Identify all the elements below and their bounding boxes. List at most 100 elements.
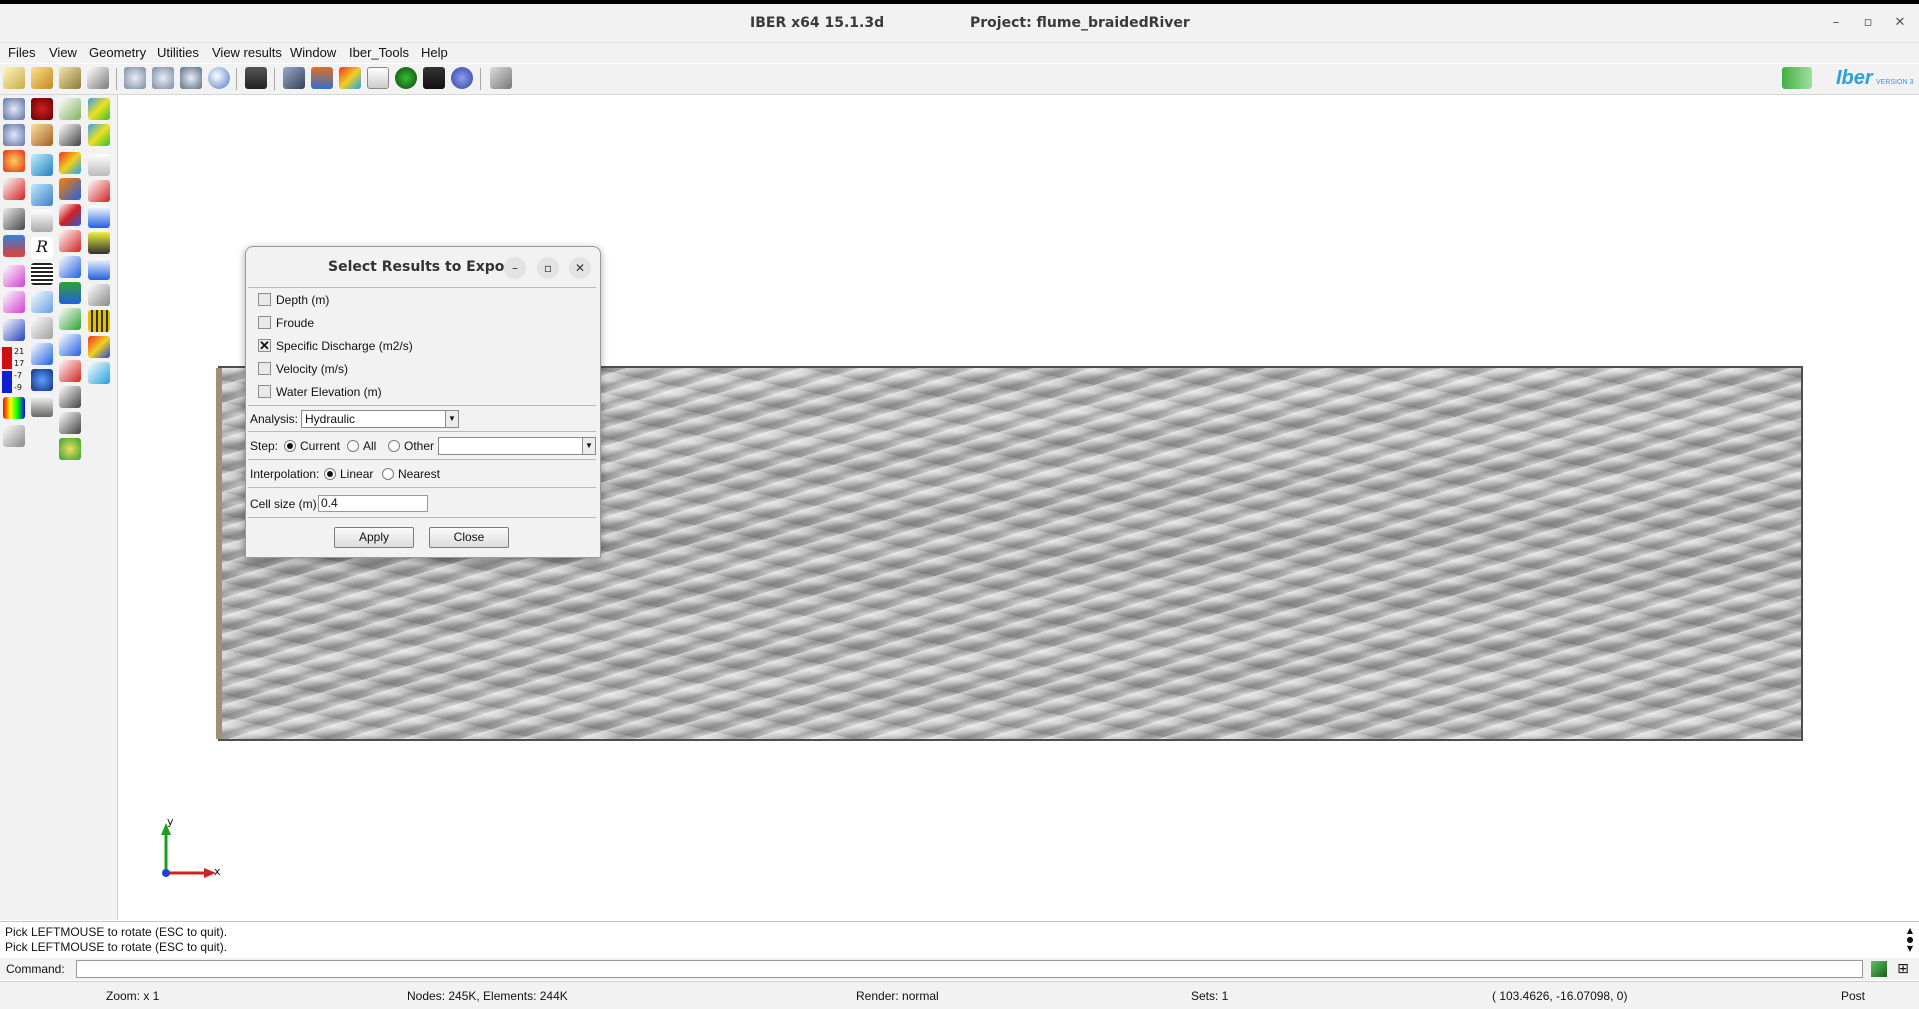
layers-icon[interactable] (283, 67, 305, 89)
pencil-tool-icon[interactable] (490, 67, 512, 89)
results-icon[interactable] (88, 154, 110, 176)
delete-icon[interactable] (59, 230, 81, 252)
colormap-icon[interactable] (3, 235, 25, 257)
interpolation-nearest-radio[interactable] (382, 468, 394, 480)
menu-view-results[interactable]: View results (212, 45, 282, 60)
command-run-icon[interactable] (1871, 961, 1887, 977)
checkbox-checked[interactable]: ✕ (258, 339, 271, 352)
command-input[interactable] (76, 960, 1863, 978)
boundary-icon[interactable] (59, 282, 81, 304)
water-level-icon[interactable] (59, 386, 81, 408)
save-as-icon[interactable] (87, 67, 109, 89)
close-window-button[interactable]: ✕ (1889, 12, 1911, 34)
grid-icon[interactable] (59, 334, 81, 356)
menu-help[interactable]: Help (421, 45, 448, 60)
table-e-icon[interactable] (59, 124, 81, 146)
checkbox[interactable] (258, 293, 271, 306)
command-grid-icon[interactable]: ⊞ (1895, 961, 1911, 977)
color-bars-icon[interactable] (3, 397, 25, 419)
streamline-icon[interactable] (59, 204, 81, 226)
rectangle-icon[interactable] (31, 184, 53, 206)
play-icon[interactable] (451, 67, 473, 89)
depth-icon[interactable] (88, 206, 110, 228)
list-icon[interactable] (31, 263, 53, 285)
console-scrollbar[interactable]: ▲ ● ▼ (1905, 926, 1915, 954)
results-delete-icon[interactable] (88, 180, 110, 202)
menu-utilities[interactable]: Utilities (157, 45, 199, 60)
max-icon[interactable] (88, 232, 110, 254)
rotate-icon[interactable] (124, 67, 146, 89)
mesh-icon[interactable] (3, 208, 25, 230)
xy-icon[interactable] (31, 343, 53, 365)
new-file-icon[interactable] (3, 67, 25, 89)
drop-icon[interactable] (88, 362, 110, 384)
info-icon[interactable] (31, 369, 53, 391)
channel-icon[interactable] (88, 258, 110, 280)
results-map-icon[interactable] (88, 98, 110, 120)
profile-icon[interactable] (31, 291, 53, 313)
contour-icon[interactable] (59, 152, 81, 174)
on-off-icon[interactable] (88, 124, 110, 146)
step-other-select[interactable]: ▼ (438, 437, 596, 455)
distance-icon[interactable] (31, 395, 53, 417)
analysis-select[interactable]: Hydraulic ▼ (301, 410, 459, 428)
z-axis-icon[interactable] (31, 317, 53, 339)
step-current-radio[interactable] (284, 440, 296, 452)
menu-iber-tools[interactable]: Iber_Tools (349, 45, 409, 60)
legend-settings-icon[interactable] (3, 425, 25, 447)
hydrograph-icon[interactable] (59, 412, 81, 434)
arrows-icon[interactable] (59, 256, 81, 278)
rotate-center-icon[interactable] (180, 67, 202, 89)
cross-section-icon[interactable] (88, 284, 110, 306)
minimize-button[interactable]: – (1825, 12, 1847, 34)
sphere-icon[interactable] (208, 67, 230, 89)
raster-grid-icon[interactable] (88, 310, 110, 332)
flow-icon[interactable] (59, 98, 81, 120)
graph-icon[interactable] (367, 67, 389, 89)
checkbox[interactable] (258, 385, 271, 398)
dialog-minimize-button[interactable]: – (504, 257, 526, 279)
dialog-close-button[interactable]: ✕ (569, 257, 591, 279)
checkbox[interactable] (258, 316, 271, 329)
apply-button[interactable]: Apply (334, 527, 414, 548)
label-e-icon[interactable] (31, 210, 53, 232)
zoom-icon[interactable] (3, 98, 25, 120)
menu-window[interactable]: Window (290, 45, 336, 60)
palette-icon[interactable] (88, 336, 110, 358)
animation-icon[interactable] (395, 67, 417, 89)
close-button[interactable]: Close (429, 527, 509, 548)
camera-icon[interactable] (245, 67, 267, 89)
open-folder-icon[interactable] (31, 67, 53, 89)
movie-icon[interactable] (423, 67, 445, 89)
step-all-radio[interactable] (347, 440, 359, 452)
render-icon[interactable] (3, 150, 25, 172)
save-icon[interactable] (59, 67, 81, 89)
point-tool-icon[interactable] (3, 178, 25, 200)
chevron-down-icon[interactable]: ▼ (445, 411, 458, 427)
edit-icon[interactable] (31, 124, 53, 146)
dialog-maximize-button[interactable]: ▫ (537, 257, 559, 279)
pie-icon[interactable] (59, 438, 81, 460)
surface-icon[interactable] (3, 291, 25, 313)
line-tool-icon[interactable] (3, 319, 25, 341)
record-icon[interactable] (31, 98, 53, 120)
layers-stack-icon[interactable] (311, 67, 333, 89)
interpolation-linear-radio[interactable] (324, 468, 336, 480)
zoom-out-icon[interactable] (3, 124, 25, 146)
section-icon[interactable] (59, 308, 81, 330)
cellsize-input[interactable]: 0.4 (318, 495, 428, 512)
chevron-down-icon[interactable]: ▼ (582, 438, 595, 454)
cut-plane-icon[interactable] (3, 265, 25, 287)
contour-fill-icon[interactable] (339, 67, 361, 89)
maximize-button[interactable]: ▫ (1857, 12, 1879, 34)
checkbox[interactable] (258, 362, 271, 375)
vector-icon[interactable] (59, 178, 81, 200)
menu-geometry[interactable]: Geometry (89, 45, 146, 60)
step-other-radio[interactable] (388, 440, 400, 452)
marker-icon[interactable] (59, 360, 81, 382)
layer-icon[interactable] (31, 154, 53, 176)
menu-view[interactable]: View (49, 45, 77, 60)
back-arrow-icon[interactable] (1782, 67, 1812, 89)
reference-r-icon[interactable]: R (31, 237, 53, 259)
menu-files[interactable]: Files (8, 45, 35, 60)
